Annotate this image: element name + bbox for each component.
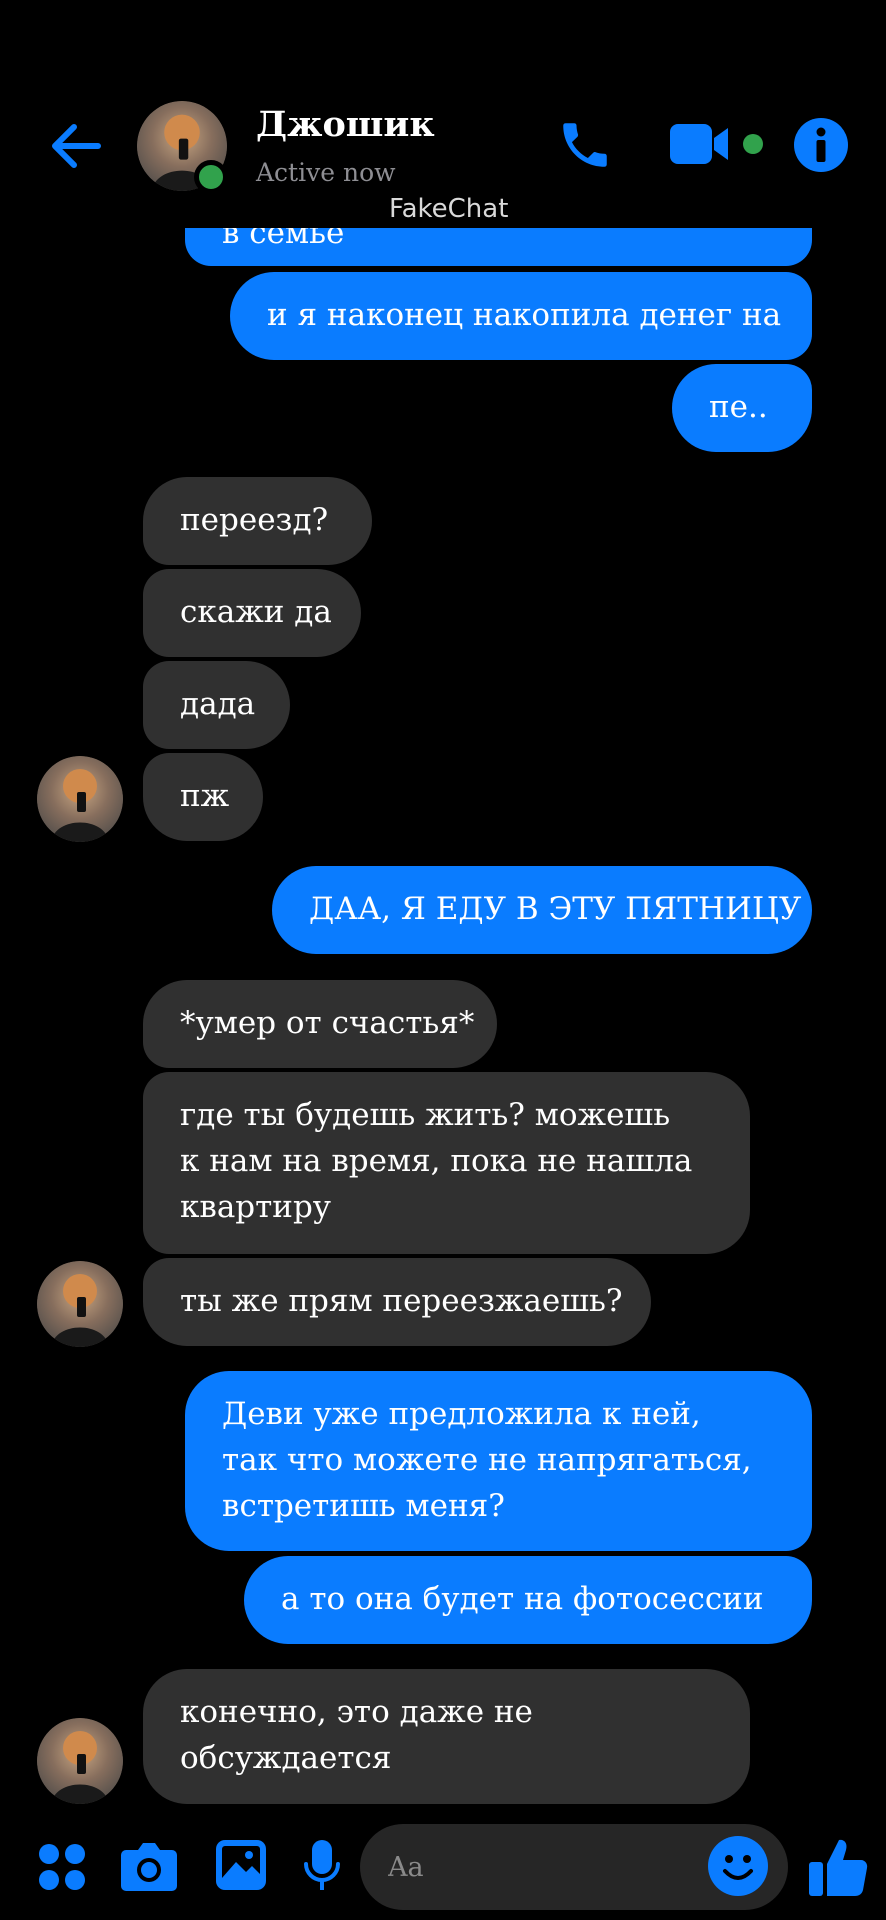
contact-avatar[interactable] (37, 1718, 123, 1804)
message-text: *умер от счастья* (180, 1005, 475, 1041)
message-line: встретишь меня? (222, 1488, 505, 1524)
microphone-icon[interactable] (303, 1838, 341, 1896)
message-line: конечно, это даже не (180, 1694, 533, 1730)
incoming-message[interactable]: переезд? (143, 477, 372, 565)
incoming-message[interactable]: пж (143, 753, 263, 841)
thumbs-up-icon[interactable] (808, 1836, 868, 1898)
outgoing-message[interactable]: а то она будет на фотосессии (244, 1556, 812, 1644)
active-status: Active now (256, 158, 396, 187)
info-icon[interactable] (794, 118, 848, 172)
incoming-message[interactable]: *умер от счастья* (143, 980, 497, 1068)
contact-avatar[interactable] (37, 756, 123, 842)
contact-name[interactable]: Джошик (256, 104, 435, 145)
emoji-icon[interactable] (708, 1836, 768, 1896)
message-text: скажи да (180, 594, 332, 630)
arrow-left-icon[interactable] (46, 116, 106, 176)
message-line: где ты будешь жить? можешь (180, 1097, 671, 1133)
video-camera-icon[interactable] (670, 120, 738, 168)
online-indicator (194, 160, 228, 194)
message-line: так что можете не напрягаться, (222, 1442, 752, 1478)
message-text: дада (180, 686, 256, 722)
incoming-message[interactable]: где ты будешь жить? можешь к нам на врем… (143, 1072, 750, 1254)
message-input[interactable] (388, 1842, 718, 1892)
message-text: ты же прям переезжаешь? (180, 1283, 623, 1319)
message-list[interactable]: в семье и я наконец накопила денег на пе… (0, 0, 886, 1820)
message-line: квартиру (180, 1189, 332, 1225)
message-line: обсуждается (180, 1740, 392, 1776)
incoming-message[interactable]: конечно, это даже не обсуждается (143, 1669, 750, 1804)
chat-header: Джошик Active now FakeChat (0, 0, 886, 228)
outgoing-message[interactable]: Деви уже предложила к ней, так что может… (185, 1371, 812, 1551)
message-text: ДАА, Я ЕДУ В ЭТУ ПЯТНИЦУ (309, 891, 802, 927)
message-text: пе.. (709, 389, 768, 425)
incoming-message[interactable]: дада (143, 661, 290, 749)
phone-icon[interactable] (556, 116, 614, 174)
camera-icon[interactable] (120, 1840, 178, 1892)
message-line: Деви уже предложила к ней, (222, 1396, 701, 1432)
image-icon[interactable] (214, 1838, 268, 1892)
message-text: переезд? (180, 502, 329, 538)
contact-avatar[interactable] (37, 1261, 123, 1347)
watermark: FakeChat (389, 194, 509, 224)
incoming-message[interactable]: скажи да (143, 569, 361, 657)
message-text: пж (180, 778, 230, 814)
grid-icon[interactable] (37, 1842, 87, 1892)
outgoing-message[interactable]: и я наконец накопила денег на (230, 272, 812, 360)
message-text: и я наконец накопила денег на (267, 297, 782, 333)
video-active-dot (743, 134, 763, 154)
message-line: к нам на время, пока не нашла (180, 1143, 693, 1179)
incoming-message[interactable]: ты же прям переезжаешь? (143, 1258, 651, 1346)
outgoing-message[interactable]: пе.. (672, 364, 812, 452)
outgoing-message[interactable]: ДАА, Я ЕДУ В ЭТУ ПЯТНИЦУ (272, 866, 812, 954)
message-text: а то она будет на фотосессии (281, 1581, 764, 1617)
